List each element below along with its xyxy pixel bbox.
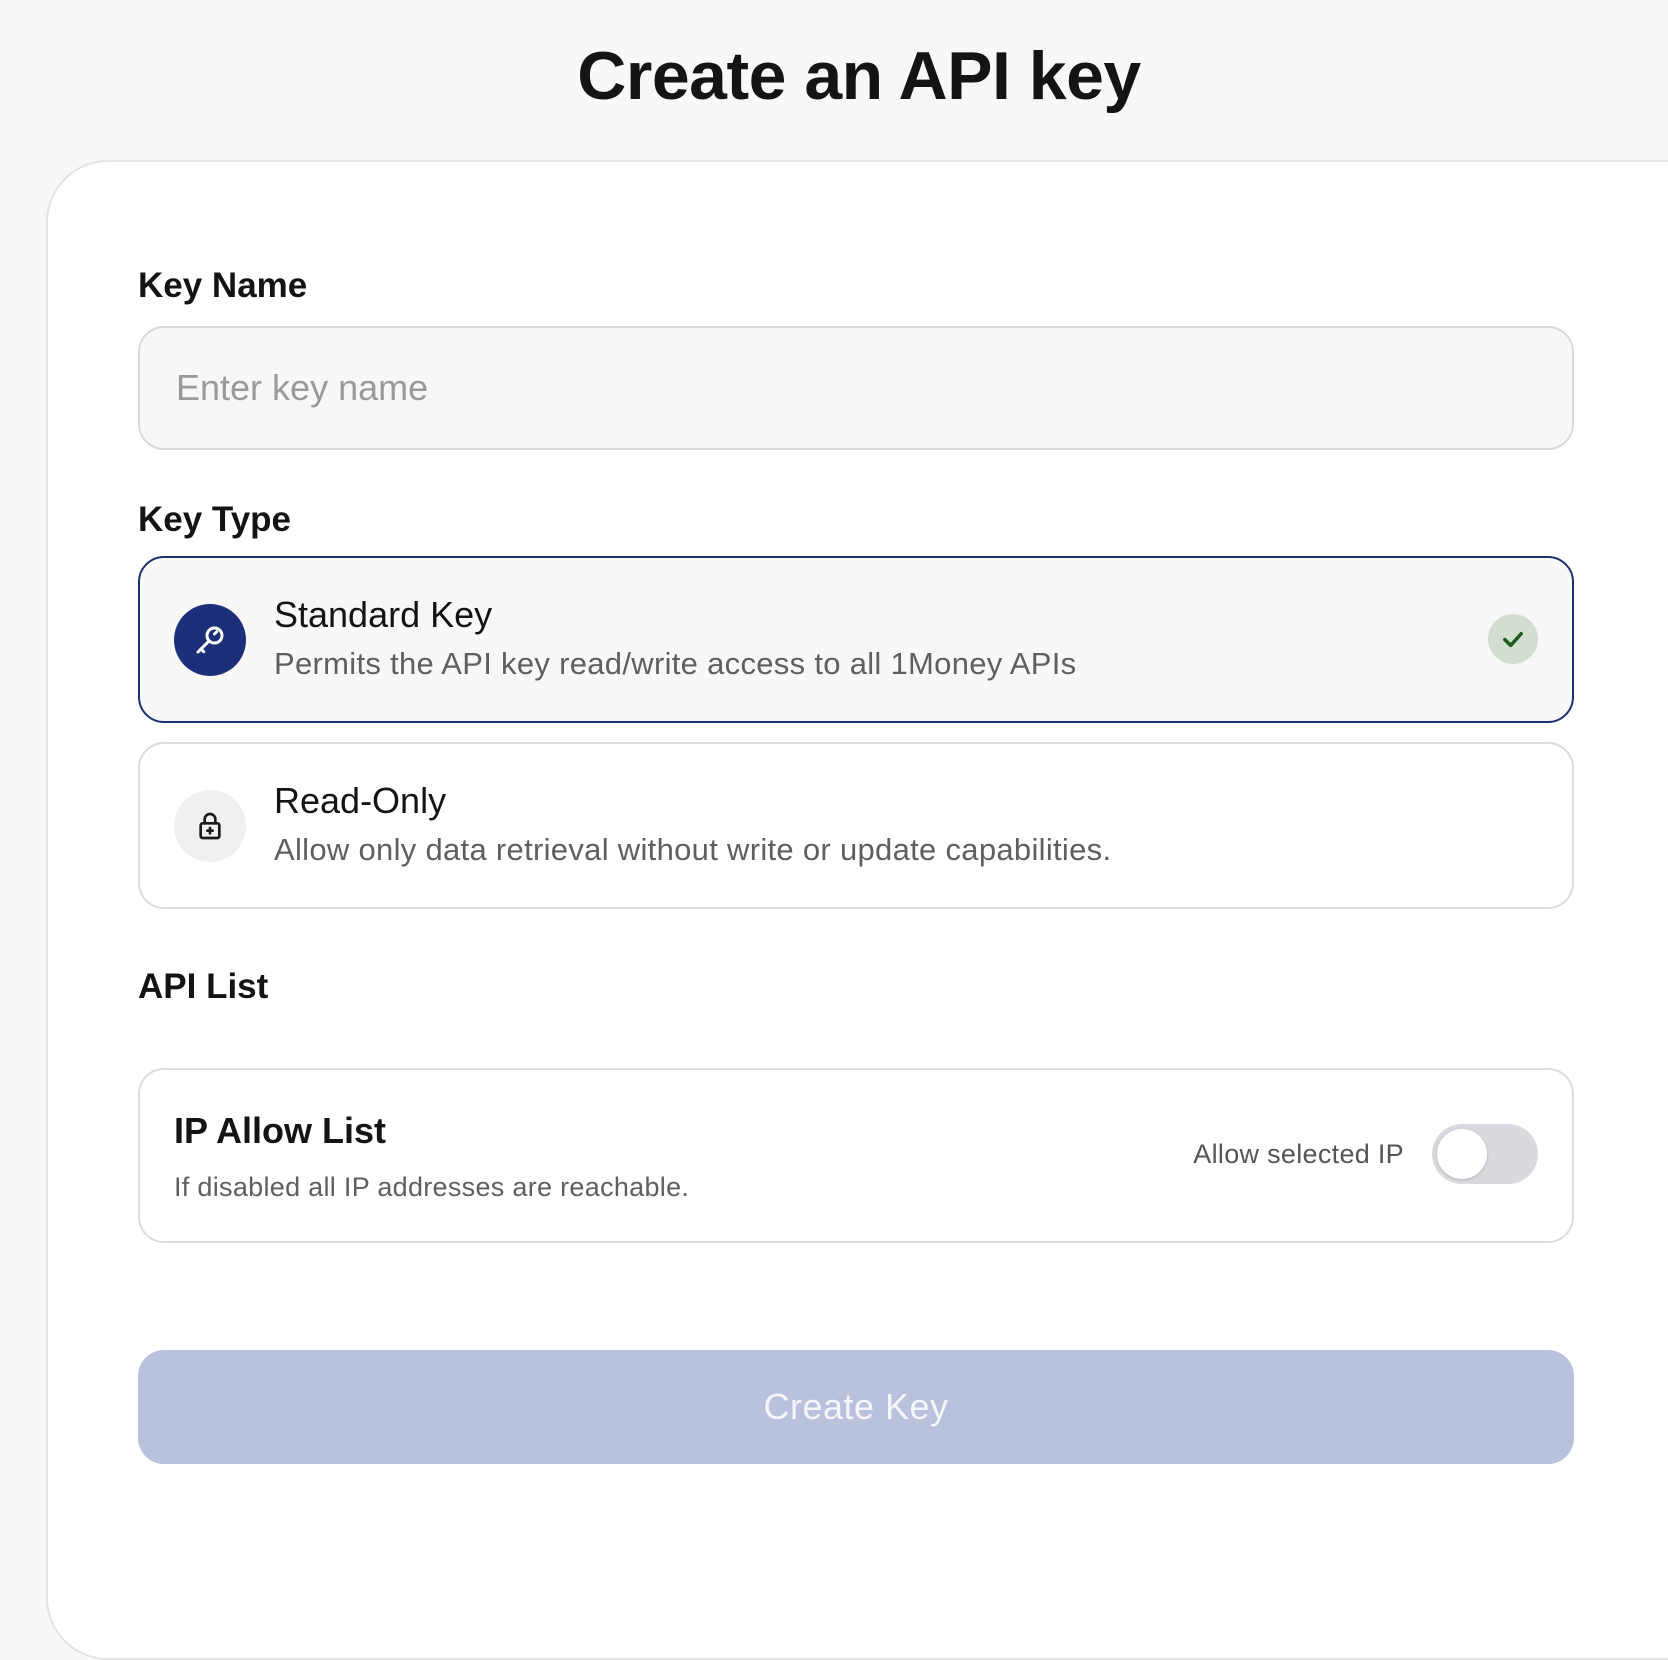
key-type-option-title: Read-Only: [274, 780, 447, 821]
ip-allow-list-description: If disabled all IP addresses are reachab…: [174, 1172, 690, 1202]
ip-allow-list-title: IP Allow List: [174, 1110, 387, 1151]
key-type-option-standard[interactable]: Standard Key Permits the API key read/wr…: [138, 556, 1574, 723]
selected-check-icon: [1488, 614, 1538, 664]
api-list-label: API List: [138, 967, 269, 1006]
lock-icon: [174, 790, 246, 862]
allow-selected-ip-label: Allow selected IP: [1193, 1139, 1404, 1169]
create-key-card: Key Name Key Type Standard Key Permits t…: [46, 160, 1668, 1660]
key-type-option-description: Permits the API key read/write access to…: [274, 646, 1077, 681]
key-type-option-read-only[interactable]: Read-Only Allow only data retrieval with…: [138, 742, 1574, 909]
page-title: Create an API key: [577, 38, 1141, 114]
key-name-label: Key Name: [138, 266, 308, 305]
create-key-button[interactable]: Create Key: [138, 1350, 1574, 1464]
allow-selected-ip-toggle[interactable]: [1432, 1124, 1538, 1184]
toggle-knob: [1437, 1129, 1487, 1179]
key-type-option-description: Allow only data retrieval without write …: [274, 832, 1112, 867]
key-type-label: Key Type: [138, 500, 292, 539]
key-icon: [174, 604, 246, 676]
ip-allow-list-panel: IP Allow List If disabled all IP address…: [138, 1068, 1574, 1243]
key-type-option-title: Standard Key: [274, 594, 493, 635]
key-name-input[interactable]: [138, 326, 1574, 450]
